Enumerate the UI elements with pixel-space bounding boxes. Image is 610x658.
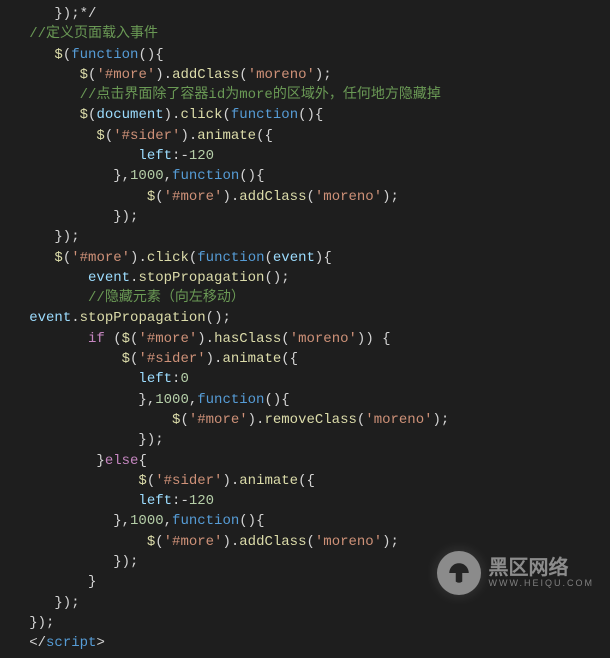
code-editor[interactable]: });*/ //定义页面载入事件 $(function(){ $('#more'… bbox=[0, 0, 610, 658]
comment: //点击界面除了容器id为more的区域外，任何地方隐藏掉 bbox=[80, 87, 441, 103]
code-text: });*/ bbox=[4, 6, 96, 22]
comment: //定义页面载入事件 bbox=[29, 26, 158, 42]
comment: //隐藏元素（向左移动） bbox=[88, 290, 245, 306]
